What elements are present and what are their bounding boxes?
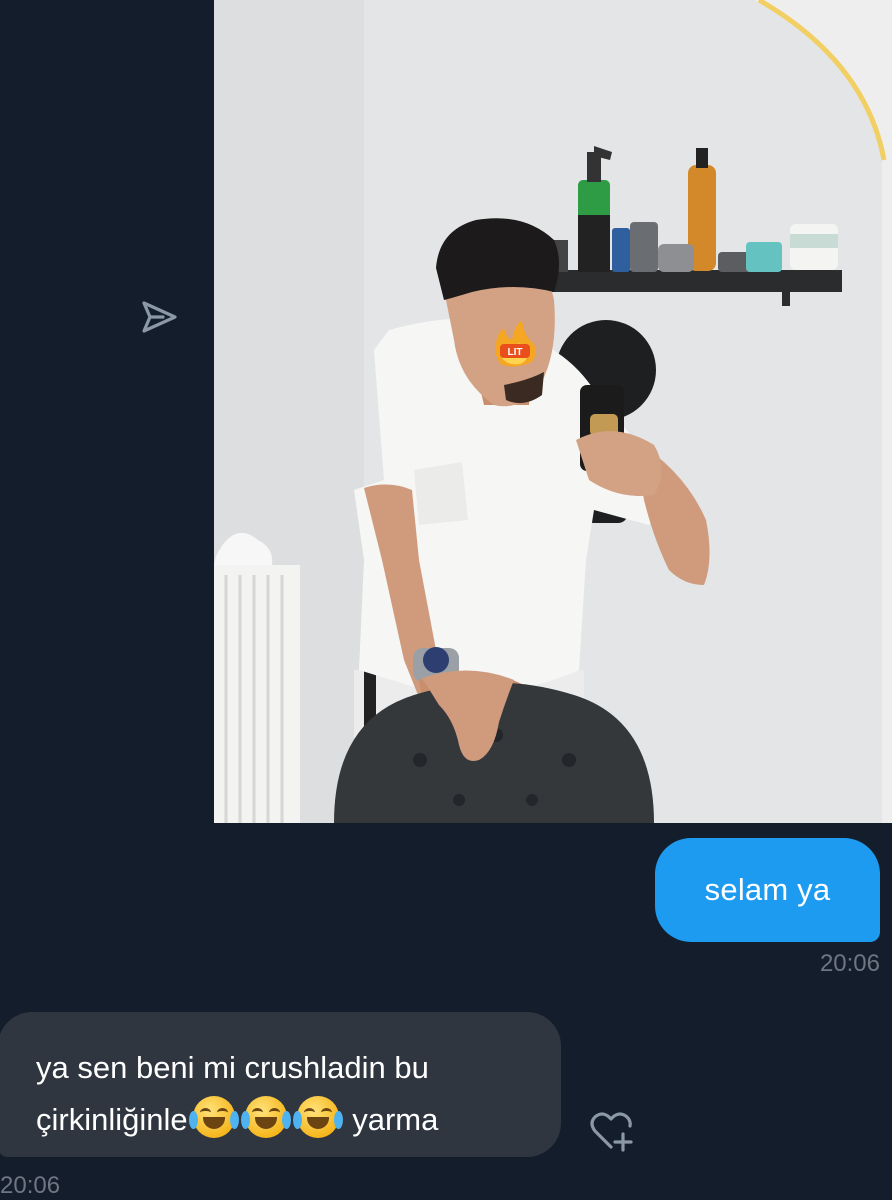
outgoing-message-bubble[interactable]: selam ya xyxy=(655,838,880,942)
outgoing-message-text: selam ya xyxy=(704,872,831,907)
incoming-message-line-2: çirkinliğinle yarma xyxy=(36,1094,541,1146)
dm-conversation: LIT selam ya 20:06 ya sen beni mi crushl… xyxy=(0,0,892,1200)
react-button[interactable] xyxy=(584,1108,638,1158)
svg-text:LIT: LIT xyxy=(508,347,523,358)
send-arrow-icon xyxy=(139,299,179,340)
incoming-message-word: çirkinliğinle xyxy=(36,1102,188,1137)
outgoing-message-time: 20:06 xyxy=(819,950,880,977)
heart-plus-icon xyxy=(587,1109,635,1158)
share-button[interactable] xyxy=(136,298,182,340)
tears-of-joy-emoji-icon xyxy=(292,1096,343,1138)
shared-photo[interactable]: LIT xyxy=(214,0,892,823)
incoming-message-word-end: yarma xyxy=(352,1102,439,1137)
tears-of-joy-emoji-icon xyxy=(240,1096,291,1138)
incoming-message-time: 20:06 xyxy=(0,1172,61,1199)
incoming-message-line-1: ya sen beni mi crushladin bu xyxy=(36,1050,429,1085)
incoming-message-bubble[interactable]: ya sen beni mi crushladin bu çirkinliğin… xyxy=(0,1012,561,1157)
tears-of-joy-emoji-icon xyxy=(188,1096,239,1138)
